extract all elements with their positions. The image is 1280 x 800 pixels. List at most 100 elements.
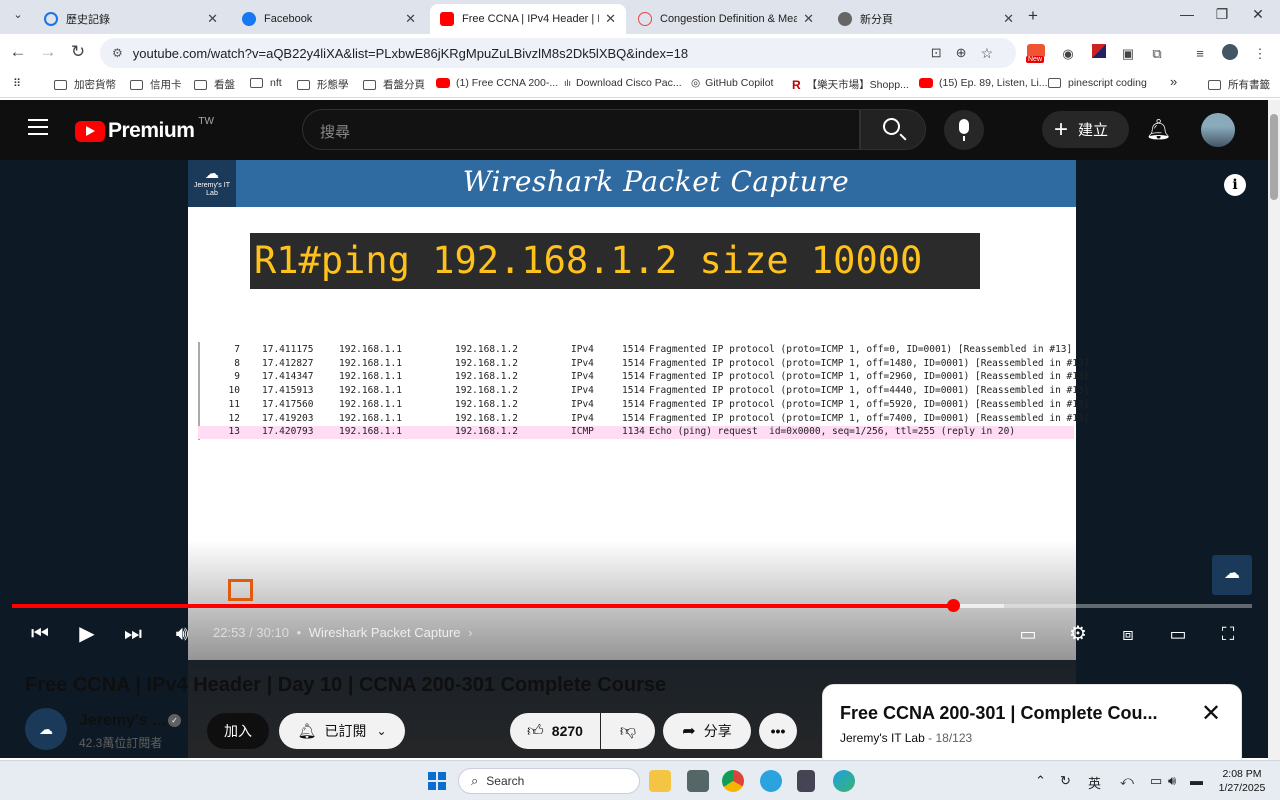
bookmark-folder[interactable]: pinescript coding xyxy=(1048,77,1147,89)
tab-congestion[interactable]: Congestion Definition & Meani ✕ xyxy=(628,4,824,34)
youtube-logo[interactable]: Premium TW xyxy=(75,116,214,143)
create-button[interactable]: + 建立 xyxy=(1042,111,1129,148)
video-player[interactable]: ☁ Jeremy's IT Lab Wireshark Packet Captu… xyxy=(0,160,1268,758)
info-icon[interactable]: i xyxy=(1224,174,1246,196)
close-icon[interactable]: ✕ xyxy=(605,11,616,27)
bookmark-folder[interactable]: 看盤 xyxy=(194,77,235,92)
bookmark-folder[interactable]: 信用卡 xyxy=(130,77,182,92)
chrome-taskbar-icon[interactable] xyxy=(722,770,744,792)
app-icon[interactable] xyxy=(687,770,709,792)
bookmarks-overflow-button[interactable]: » xyxy=(1170,74,1177,89)
close-icon[interactable]: ✕ xyxy=(207,11,218,27)
tab-youtube-video[interactable]: Free CCNA | IPv4 Header | Day ✕ xyxy=(430,4,626,34)
reload-icon[interactable]: ↻ xyxy=(67,42,89,62)
chevron-up-icon[interactable]: ⌃ xyxy=(1035,773,1046,789)
notepad-icon[interactable] xyxy=(797,770,815,792)
subscribed-button[interactable]: 🔔︎ 已訂閱 ⌄ xyxy=(279,713,405,749)
theater-mode-icon[interactable]: ▭ xyxy=(1163,621,1193,647)
minimize-icon[interactable]: — xyxy=(1172,6,1202,22)
bookmark-folder[interactable]: 加密貨幣 xyxy=(54,77,116,92)
search-input[interactable]: 搜尋 xyxy=(302,109,860,150)
subtitles-icon[interactable]: ▭ xyxy=(1013,621,1043,647)
channel-watermark-icon[interactable]: ☁ xyxy=(1212,555,1252,595)
join-button[interactable]: 加入 xyxy=(207,713,269,749)
menu-icon[interactable]: ⋮ xyxy=(1250,44,1270,64)
window-close-icon[interactable]: ✕ xyxy=(1243,6,1273,23)
install-icon[interactable]: ⊡ xyxy=(931,45,942,61)
search-button[interactable] xyxy=(860,109,926,150)
close-icon[interactable]: ✕ xyxy=(1003,11,1014,27)
tab-facebook[interactable]: Facebook ✕ xyxy=(232,4,426,34)
bookmark-folder[interactable]: 看盤分頁 xyxy=(363,77,425,92)
extensions-puzzle-icon[interactable]: ⧉ xyxy=(1147,44,1167,64)
file-explorer-icon[interactable] xyxy=(649,770,671,792)
playlist-owner[interactable]: Jeremy's IT Lab xyxy=(840,731,925,745)
playlist-title[interactable]: Free CCNA 200-301 | Complete Cou... xyxy=(840,703,1157,724)
extension-icon[interactable] xyxy=(1089,44,1109,64)
play-icon[interactable]: ▶ xyxy=(72,621,102,647)
bookmark-link[interactable]: ◎ GitHub Copilot xyxy=(691,77,773,89)
chevron-right-icon[interactable]: › xyxy=(468,625,472,640)
bookmark-star-icon[interactable]: ☆ xyxy=(981,45,994,62)
tab-new-tab[interactable]: 新分頁 ✕ xyxy=(828,4,1024,34)
progress-bar[interactable] xyxy=(12,599,1252,612)
notifications-bell-icon[interactable]: 🔔︎ xyxy=(1146,117,1171,142)
close-icon[interactable]: ✕ xyxy=(405,11,416,27)
chapter-title[interactable]: Wireshark Packet Capture xyxy=(309,625,461,640)
packet-row: 13 17.420793 192.168.1.1 192.168.1.2 ICMP 113… xyxy=(198,426,1074,440)
bookmark-folder[interactable]: nft xyxy=(250,77,282,89)
ime-indicator[interactable]: 英 xyxy=(1088,773,1101,792)
new-tab-button[interactable]: + xyxy=(1028,6,1038,26)
windows-start-icon[interactable] xyxy=(426,770,448,792)
close-icon[interactable]: ✕ xyxy=(1201,699,1221,728)
back-icon[interactable]: ← xyxy=(7,42,29,62)
media-control-icon[interactable]: ≡ xyxy=(1190,44,1210,64)
network-icon[interactable]: ▭ xyxy=(1150,773,1162,789)
account-avatar[interactable] xyxy=(1201,113,1235,147)
previous-icon[interactable]: ⏮︎ xyxy=(25,621,55,647)
volume-icon[interactable]: 🔊︎ xyxy=(167,621,197,647)
channel-name[interactable]: Jeremy's ... xyxy=(79,712,166,730)
tab-history[interactable]: 歷史記錄 ✕ xyxy=(34,4,228,34)
scrollbar-thumb[interactable] xyxy=(1270,114,1278,200)
edge-icon[interactable] xyxy=(833,770,855,792)
bookmark-link[interactable]: (15) Ep. 89, Listen, Li... xyxy=(919,77,1048,89)
bookmark-folder[interactable]: 形態學 xyxy=(297,77,349,92)
zoom-icon[interactable]: ⊕ xyxy=(956,45,967,61)
next-icon[interactable]: ⏭︎ xyxy=(118,621,148,647)
packet-row: 12 17.419203 192.168.1.1 192.168.1.2 IPv4 151… xyxy=(198,413,1090,426)
fullscreen-icon[interactable]: ⛶ xyxy=(1213,621,1243,647)
all-bookmarks-button[interactable]: 所有書籤 xyxy=(1208,77,1270,92)
restore-icon[interactable]: ❐ xyxy=(1207,6,1237,23)
address-bar[interactable]: ⚙ youtube.com/watch?v=aQB22y4liXA&list=P… xyxy=(100,38,1016,68)
taskbar-search[interactable]: ⌕ Search xyxy=(458,768,640,794)
bookmark-link[interactable]: (1) Free CCNA 200-... xyxy=(436,77,558,89)
volume-icon[interactable]: 🔊︎ xyxy=(1168,773,1176,789)
share-button[interactable]: ➦ 分享 xyxy=(663,713,751,749)
voice-search-button[interactable] xyxy=(944,110,984,150)
dislike-button[interactable]: 👎︎ xyxy=(601,713,655,749)
page-scrollbar[interactable] xyxy=(1268,100,1280,760)
profile-avatar-icon[interactable] xyxy=(1220,44,1240,64)
apps-icon[interactable]: ⠿ xyxy=(13,77,21,90)
extension-icon[interactable]: ▣ xyxy=(1118,44,1138,64)
close-icon[interactable]: ✕ xyxy=(803,11,814,27)
miniplayer-icon[interactable]: ⧈ xyxy=(1113,621,1143,647)
sync-icon[interactable]: ↻ xyxy=(1060,773,1071,789)
battery-icon[interactable]: ▬ xyxy=(1190,773,1203,788)
hamburger-menu-icon[interactable] xyxy=(28,119,48,135)
bookmark-link[interactable]: R 【樂天市場】Shopp... xyxy=(792,77,909,92)
tab-search-icon[interactable]: ⌄ xyxy=(8,8,28,26)
like-button[interactable]: 👍︎ 8270 xyxy=(510,713,600,749)
telegram-icon[interactable] xyxy=(760,770,782,792)
input-mode-icon[interactable]: ⤺ xyxy=(1120,773,1134,789)
settings-gear-icon[interactable]: ⚙ xyxy=(1063,621,1093,647)
site-info-icon[interactable]: ⚙ xyxy=(112,46,123,60)
bookmark-link[interactable]: ılı Download Cisco Pac... xyxy=(564,77,682,89)
more-actions-button[interactable]: ••• xyxy=(759,713,797,749)
channel-avatar[interactable]: ☁ xyxy=(25,708,67,750)
extension-icon[interactable]: ◉ xyxy=(1058,44,1078,64)
system-clock[interactable]: 2:08 PM 1/27/2025 xyxy=(1212,767,1272,795)
forward-icon[interactable]: → xyxy=(37,42,59,62)
scrubber-handle[interactable] xyxy=(946,599,960,612)
